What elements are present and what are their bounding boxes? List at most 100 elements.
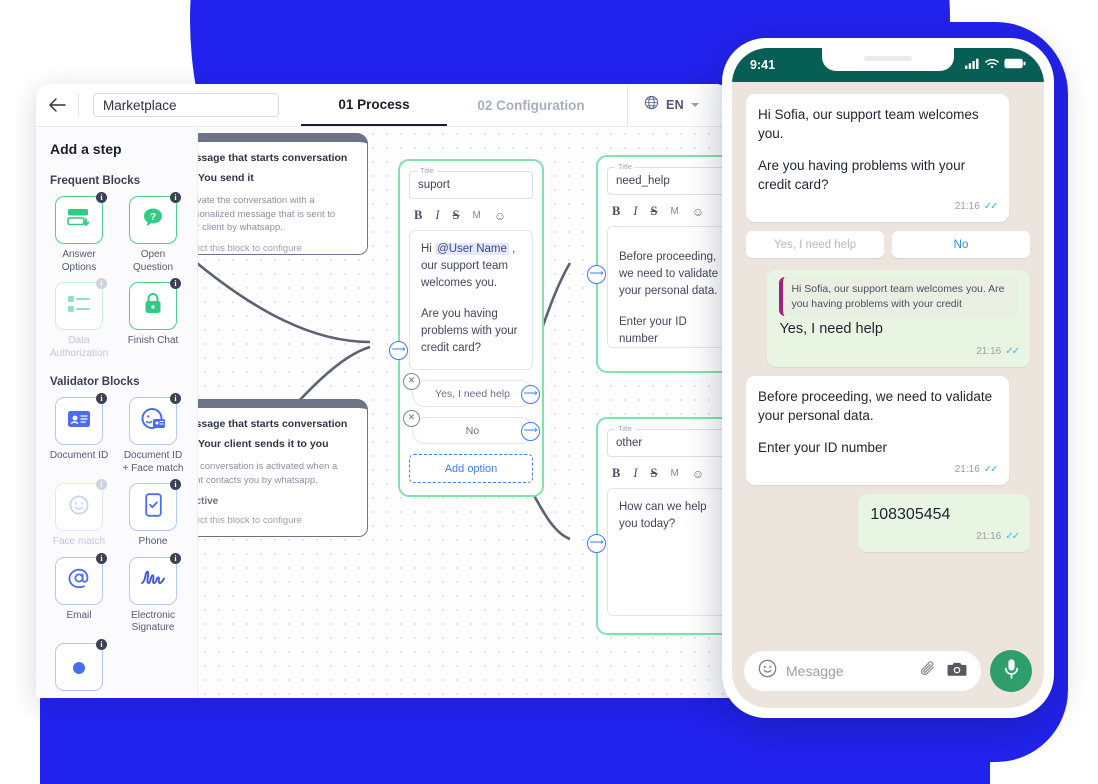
answer-options-icon [66,207,92,234]
block-label: Answer Options [61,249,97,273]
info-icon[interactable]: i [170,393,181,404]
info-icon[interactable]: i [96,638,107,650]
remove-option-icon[interactable]: ✕ [403,410,420,427]
chat-area[interactable]: Hi Sofia, our support team welcomes you.… [732,82,1044,640]
block-email[interactable]: i Email [48,552,110,635]
trigger-card-footer: Select this block to configure [198,515,302,526]
data-authorization-icon [66,294,92,319]
info-icon[interactable]: i [170,278,181,289]
node-other[interactable]: ⟶ Title other B I S M ☺ How can we help … [587,417,730,635]
node-input-port[interactable]: ⟶ [587,265,606,284]
trigger-card-subtitle-row: Your client sends it to you [198,437,355,451]
camera-icon[interactable] [947,660,967,683]
block-phone[interactable]: i Phone [122,479,184,549]
info-icon[interactable]: i [96,192,107,203]
emoji-icon[interactable]: ☺ [692,205,704,219]
read-receipt-icon: ✓✓ [983,201,999,212]
italic-button[interactable]: I [633,466,637,481]
message-input[interactable]: Mesagge [744,651,981,691]
strikethrough-button[interactable]: S [453,208,460,223]
strikethrough-button[interactable]: S [651,466,658,481]
block-extra-partial[interactable]: i [48,638,110,691]
bold-button[interactable]: B [612,204,620,219]
message-paragraph: Before proceeding, we need to validate y… [619,251,719,297]
phone-speaker [864,56,912,61]
bubble-time: 21:16 [954,201,980,212]
italic-button[interactable]: I [633,204,637,219]
node-message-box[interactable]: Before proceeding, we need to validate y… [607,226,730,348]
option-output-port[interactable]: ⟶ [521,385,540,404]
bold-button[interactable]: B [612,466,620,481]
tab-process[interactable]: 01 Process [301,84,447,126]
bubble-paragraph: Enter your ID number [758,440,888,455]
trigger-card-outbound[interactable]: Message that starts conversation You sen… [198,133,368,255]
trigger-card-subtitle: Your client sends it to you [198,438,329,450]
info-icon[interactable]: i [96,278,107,289]
block-label: Email [66,609,92,621]
message-paragraph: Enter your ID number [619,316,687,345]
option-row-yes[interactable]: ✕ Yes, I need help ⟶ [403,373,540,407]
microphone-button[interactable] [990,650,1032,692]
info-icon[interactable]: i [170,192,181,203]
trigger-card-inbound[interactable]: Message that starts conversation Your cl… [198,399,368,537]
monospace-button[interactable]: M [670,468,678,479]
add-option-button[interactable]: Add option [409,454,533,483]
strikethrough-button[interactable]: S [651,204,658,219]
node-title-field[interactable]: Title suport [409,166,533,199]
read-receipt-icon: ✓✓ [983,464,999,475]
info-icon[interactable]: i [96,552,107,564]
block-electronic-signature[interactable]: i Electronic Signature [122,552,184,635]
emoji-icon[interactable] [758,659,777,683]
block-data-authorization[interactable]: i Data Authorization [48,278,110,360]
info-icon[interactable]: i [96,393,107,404]
toolbar-divider [78,94,79,116]
bold-button[interactable]: B [414,208,422,223]
monospace-button[interactable]: M [472,210,480,221]
block-answer-options[interactable]: i Answer Options [48,192,110,274]
bubble-text: Yes, I need help [779,321,883,337]
block-face-match[interactable]: i Face match [48,479,110,549]
paperclip-icon[interactable] [919,659,938,683]
tab-configuration[interactable]: 02 Configuration [447,84,615,126]
phone-mockup: 9:41 Hi Sofia, our support team welcomes… [722,38,1054,718]
node-need-help[interactable]: ⟶ Title need_help B I S M ☺ Before proce… [587,155,730,373]
info-icon[interactable]: i [96,479,107,490]
decorative-blue-bar-left [40,694,460,784]
workspace-name-input[interactable]: Marketplace [93,93,279,117]
option-label: No [465,424,480,437]
option-output-port[interactable]: ⟶ [521,422,540,441]
chat-input-bar: Mesagge [732,640,1044,708]
back-arrow-icon[interactable] [36,84,78,126]
node-title-field[interactable]: Title need_help [607,162,730,195]
block-open-question[interactable]: i ? Open Question [122,192,184,274]
node-title-field[interactable]: Title other [607,424,730,457]
node-input-port[interactable]: ⟶ [389,341,408,360]
quick-reply-no[interactable]: No [892,231,1030,258]
info-icon[interactable]: i [170,479,181,490]
signal-icon [965,58,980,72]
info-icon[interactable]: i [170,552,181,564]
node-message-box[interactable]: How can we help you today? [607,488,730,616]
bubble-paragraph: Are you having problems with your credit… [758,158,966,192]
italic-button[interactable]: I [435,208,439,223]
option-row-no[interactable]: ✕ No ⟶ [403,410,540,444]
node-support[interactable]: ⟶ Title suport B I S M ☺ Hi @User Name ,… [389,159,544,497]
block-finish-chat[interactable]: i Finish Chat [122,278,184,360]
block-tile: i [55,552,107,605]
flow-canvas[interactable]: Message that starts conversation You sen… [198,127,730,698]
emoji-icon[interactable]: ☺ [494,209,506,223]
language-selector[interactable]: EN [627,84,713,126]
emoji-icon[interactable]: ☺ [692,467,704,481]
trigger-card-title: Message that starts conversation [198,152,348,164]
remove-option-icon[interactable]: ✕ [403,373,420,390]
block-document-id[interactable]: i Document ID [48,393,110,475]
block-document-id-face-match[interactable]: i Document ID + Face match [122,393,184,475]
message-line-3: Are you having problems with your credit… [421,308,518,354]
quick-reply-yes[interactable]: Yes, I need help [746,231,884,258]
monospace-button[interactable]: M [670,206,678,217]
trigger-card-subtitle: You send it [198,172,254,184]
node-message-box[interactable]: Hi @User Name , our support team welcome… [409,230,533,370]
workspace-name-value: Marketplace [103,97,177,113]
node-title-value: need_help [616,175,670,187]
node-input-port[interactable]: ⟶ [587,534,606,553]
